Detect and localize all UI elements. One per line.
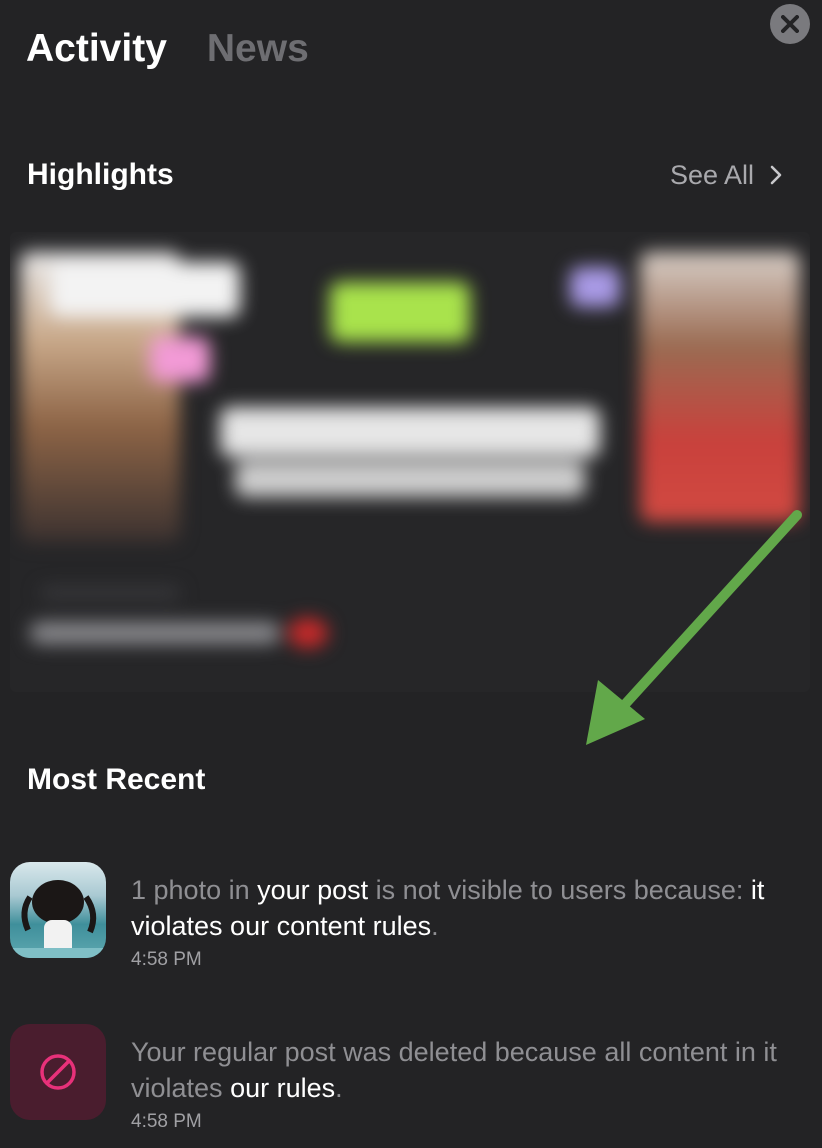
text-part: 1 photo in <box>131 875 258 905</box>
prohibited-icon <box>40 1054 76 1090</box>
most-recent-title: Most Recent <box>27 763 206 796</box>
text-part: Your regular post was deleted because al… <box>131 1037 777 1103</box>
text-part: is not visible to users because: <box>368 875 751 905</box>
green-arrow-annotation <box>586 510 802 745</box>
notification-text: 1 photo in your post is not visible to u… <box>131 872 811 944</box>
notification-time: 4:58 PM <box>131 1111 202 1132</box>
our-rules-link[interactable]: our rules <box>230 1073 335 1103</box>
text-part: . <box>335 1073 343 1103</box>
text-part: . <box>431 911 439 941</box>
prohibited-icon-tile <box>10 1024 106 1120</box>
your-post-link[interactable]: your post <box>257 875 368 905</box>
notification-time: 4:58 PM <box>131 949 202 970</box>
photo-thumbnail <box>10 862 106 958</box>
notification-text: Your regular post was deleted because al… <box>131 1034 811 1106</box>
